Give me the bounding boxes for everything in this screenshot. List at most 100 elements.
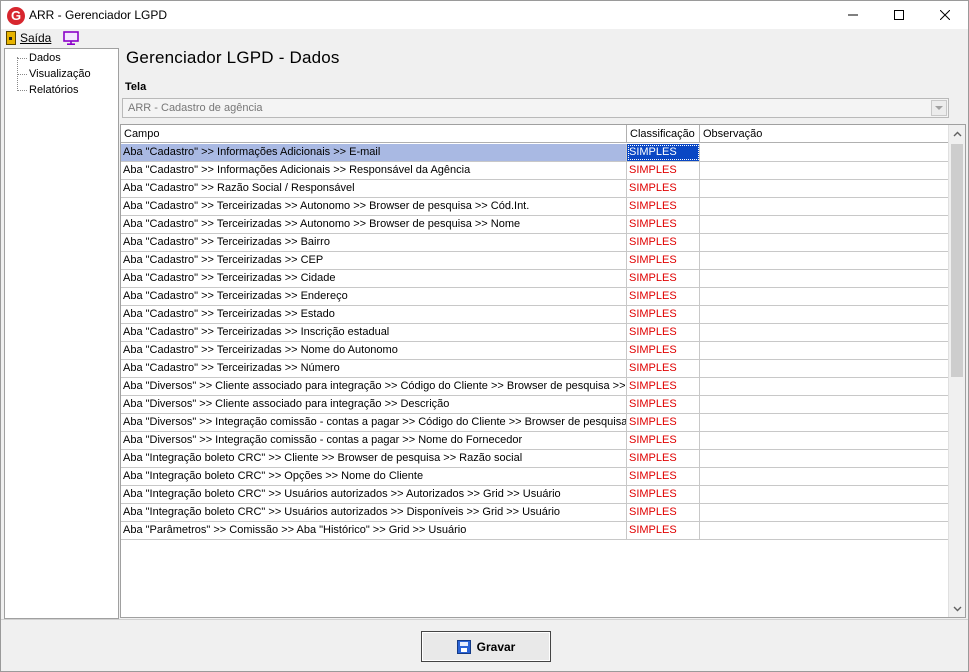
cell-observacao[interactable]: [700, 162, 949, 179]
cell-campo[interactable]: Aba "Integração boleto CRC" >> Usuários …: [121, 486, 627, 503]
cell-campo[interactable]: Aba "Cadastro" >> Terceirizadas >> Númer…: [121, 360, 627, 377]
cell-classificacao[interactable]: SIMPLES: [627, 486, 700, 503]
table-row[interactable]: Aba "Cadastro" >> Terceirizadas >> Auton…: [121, 216, 949, 234]
tree-item-visualizacao[interactable]: Visualização: [29, 68, 91, 80]
cell-classificacao[interactable]: SIMPLES: [627, 450, 700, 467]
table-row[interactable]: Aba "Parâmetros" >> Comissão >> Aba "His…: [121, 522, 949, 540]
cell-observacao[interactable]: [700, 234, 949, 251]
table-row[interactable]: Aba "Cadastro" >> Terceirizadas >> Inscr…: [121, 324, 949, 342]
table-row[interactable]: Aba "Cadastro" >> Razão Social / Respons…: [121, 180, 949, 198]
cell-classificacao[interactable]: SIMPLES: [627, 198, 700, 215]
cell-observacao[interactable]: [700, 288, 949, 305]
cell-classificacao[interactable]: SIMPLES: [627, 162, 700, 179]
cell-classificacao[interactable]: SIMPLES: [627, 342, 700, 359]
cell-campo[interactable]: Aba "Integração boleto CRC" >> Usuários …: [121, 504, 627, 521]
close-button[interactable]: [922, 1, 968, 29]
cell-observacao[interactable]: [700, 144, 949, 161]
cell-campo[interactable]: Aba "Cadastro" >> Terceirizadas >> Estad…: [121, 306, 627, 323]
scroll-down-button[interactable]: [949, 600, 965, 617]
cell-classificacao[interactable]: SIMPLES: [627, 504, 700, 521]
table-row[interactable]: Aba "Diversos" >> Cliente associado para…: [121, 378, 949, 396]
table-row[interactable]: Aba "Integração boleto CRC" >> Usuários …: [121, 504, 949, 522]
cell-classificacao[interactable]: SIMPLES: [627, 522, 700, 539]
cell-classificacao[interactable]: SIMPLES: [627, 468, 700, 485]
cell-campo[interactable]: Aba "Integração boleto CRC" >> Opções >>…: [121, 468, 627, 485]
cell-classificacao[interactable]: SIMPLES: [627, 396, 700, 413]
cell-classificacao[interactable]: SIMPLES: [627, 432, 700, 449]
cell-campo[interactable]: Aba "Diversos" >> Integração comissão - …: [121, 414, 627, 431]
cell-campo[interactable]: Aba "Cadastro" >> Razão Social / Respons…: [121, 180, 627, 197]
cell-observacao[interactable]: [700, 468, 949, 485]
column-header-classificacao[interactable]: Classificação: [627, 125, 700, 143]
cell-campo[interactable]: Aba "Cadastro" >> Terceirizadas >> Inscr…: [121, 324, 627, 341]
vertical-scrollbar[interactable]: [948, 125, 965, 617]
cell-observacao[interactable]: [700, 342, 949, 359]
cell-observacao[interactable]: [700, 522, 949, 539]
table-row[interactable]: Aba "Cadastro" >> Informações Adicionais…: [121, 162, 949, 180]
save-button[interactable]: Gravar: [421, 631, 551, 662]
cell-classificacao[interactable]: SIMPLES: [627, 414, 700, 431]
cell-observacao[interactable]: [700, 450, 949, 467]
cell-observacao[interactable]: [700, 216, 949, 233]
table-row[interactable]: Aba "Cadastro" >> Terceirizadas >> Auton…: [121, 198, 949, 216]
dropdown-button[interactable]: [931, 100, 947, 116]
tree-item-dados[interactable]: Dados: [29, 52, 61, 64]
cell-observacao[interactable]: [700, 180, 949, 197]
cell-observacao[interactable]: [700, 306, 949, 323]
cell-classificacao[interactable]: SIMPLES: [627, 234, 700, 251]
column-header-observacao[interactable]: Observação: [700, 125, 949, 143]
table-row[interactable]: Aba "Cadastro" >> Terceirizadas >> CEP SI…: [121, 252, 949, 270]
cell-campo[interactable]: Aba "Parâmetros" >> Comissão >> Aba "His…: [121, 522, 627, 539]
cell-campo[interactable]: Aba "Cadastro" >> Terceirizadas >> Bairr…: [121, 234, 627, 251]
cell-observacao[interactable]: [700, 378, 949, 395]
cell-campo[interactable]: Aba "Cadastro" >> Terceirizadas >> CEP: [121, 252, 627, 269]
scroll-thumb[interactable]: [951, 144, 963, 377]
table-row[interactable]: Aba "Diversos" >> Integração comissão - …: [121, 414, 949, 432]
cell-classificacao[interactable]: SIMPLES: [627, 288, 700, 305]
cell-campo[interactable]: Aba "Integração boleto CRC" >> Cliente >…: [121, 450, 627, 467]
cell-observacao[interactable]: [700, 324, 949, 341]
cell-campo[interactable]: Aba "Cadastro" >> Informações Adicionais…: [121, 144, 627, 161]
cell-classificacao[interactable]: SIMPLES: [627, 252, 700, 269]
monitor-icon[interactable]: [62, 30, 80, 46]
table-row[interactable]: Aba "Cadastro" >> Informações Adicionais…: [121, 144, 949, 162]
cell-classificacao[interactable]: SIMPLES: [627, 270, 700, 287]
cell-classificacao[interactable]: SIMPLES: [627, 360, 700, 377]
tree-item-relatorios[interactable]: Relatórios: [29, 84, 79, 96]
cell-observacao[interactable]: [700, 396, 949, 413]
cell-campo[interactable]: Aba "Cadastro" >> Terceirizadas >> Auton…: [121, 198, 627, 215]
cell-campo[interactable]: Aba "Cadastro" >> Terceirizadas >> Cidad…: [121, 270, 627, 287]
cell-observacao[interactable]: [700, 270, 949, 287]
cell-campo[interactable]: Aba "Cadastro" >> Terceirizadas >> Ender…: [121, 288, 627, 305]
exit-menu-item[interactable]: Saída: [6, 30, 51, 46]
tela-select[interactable]: ARR - Cadastro de agência: [122, 98, 949, 118]
cell-campo[interactable]: Aba "Cadastro" >> Terceirizadas >> Nome …: [121, 342, 627, 359]
cell-observacao[interactable]: [700, 432, 949, 449]
minimize-button[interactable]: [830, 1, 876, 29]
cell-classificacao[interactable]: SIMPLES: [627, 144, 700, 161]
cell-campo[interactable]: Aba "Diversos" >> Cliente associado para…: [121, 378, 627, 395]
table-row[interactable]: Aba "Cadastro" >> Terceirizadas >> Nome …: [121, 342, 949, 360]
column-header-campo[interactable]: Campo: [121, 125, 627, 143]
cell-campo[interactable]: Aba "Cadastro" >> Terceirizadas >> Auton…: [121, 216, 627, 233]
table-row[interactable]: Aba "Integração boleto CRC" >> Usuários …: [121, 486, 949, 504]
cell-observacao[interactable]: [700, 414, 949, 431]
cell-classificacao[interactable]: SIMPLES: [627, 306, 700, 323]
cell-classificacao[interactable]: SIMPLES: [627, 180, 700, 197]
cell-observacao[interactable]: [700, 252, 949, 269]
table-row[interactable]: Aba "Integração boleto CRC" >> Cliente >…: [121, 450, 949, 468]
cell-observacao[interactable]: [700, 504, 949, 521]
scroll-up-button[interactable]: [949, 125, 965, 142]
cell-classificacao[interactable]: SIMPLES: [627, 216, 700, 233]
maximize-button[interactable]: [876, 1, 922, 29]
table-row[interactable]: Aba "Cadastro" >> Terceirizadas >> Ender…: [121, 288, 949, 306]
cell-classificacao[interactable]: SIMPLES: [627, 378, 700, 395]
fields-grid[interactable]: Campo Classificação Observação Aba "Cada…: [120, 124, 966, 618]
table-row[interactable]: Aba "Diversos" >> Integração comissão - …: [121, 432, 949, 450]
cell-classificacao[interactable]: SIMPLES: [627, 324, 700, 341]
table-row[interactable]: Aba "Diversos" >> Cliente associado para…: [121, 396, 949, 414]
cell-campo[interactable]: Aba "Diversos" >> Cliente associado para…: [121, 396, 627, 413]
table-row[interactable]: Aba "Cadastro" >> Terceirizadas >> Númer…: [121, 360, 949, 378]
cell-campo[interactable]: Aba "Diversos" >> Integração comissão - …: [121, 432, 627, 449]
cell-campo[interactable]: Aba "Cadastro" >> Informações Adicionais…: [121, 162, 627, 179]
